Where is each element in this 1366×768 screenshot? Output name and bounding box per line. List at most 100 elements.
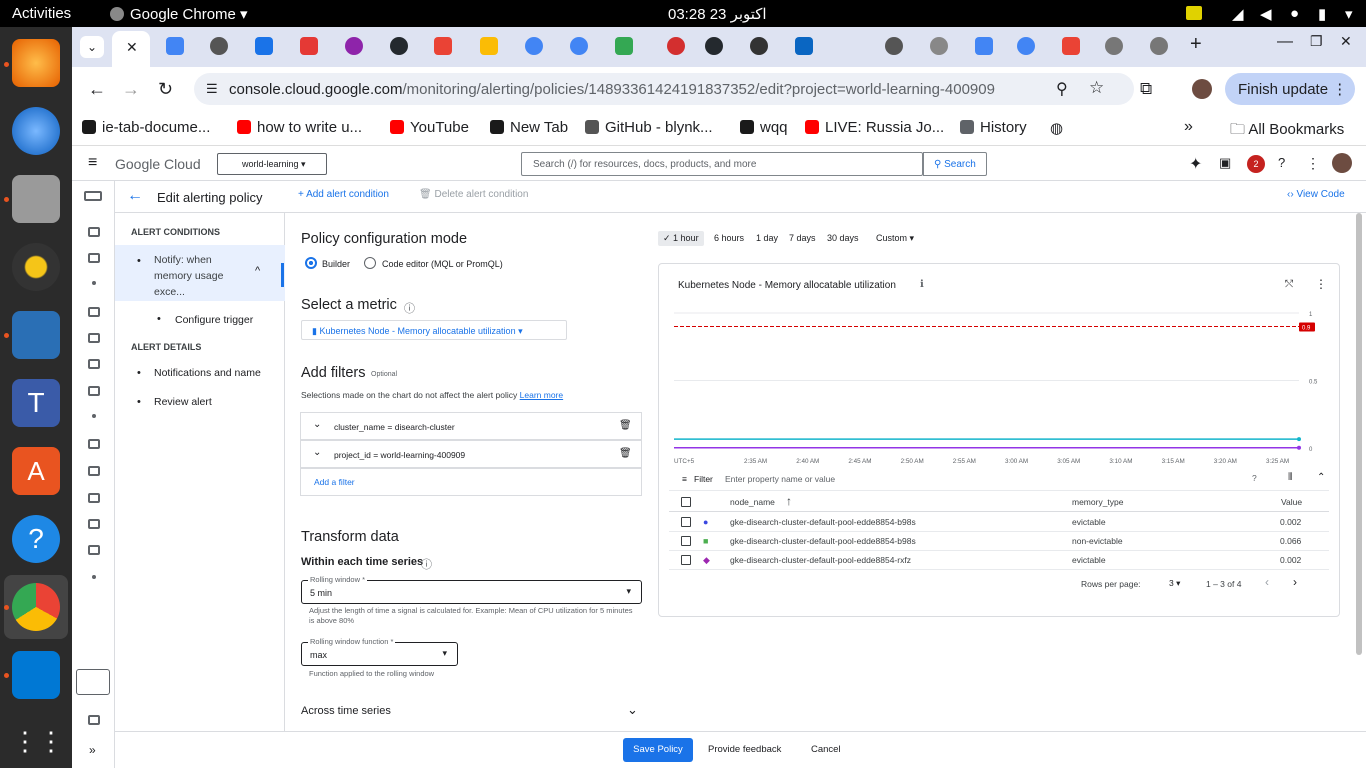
chevron-down-icon[interactable]: ⌄ xyxy=(313,419,321,430)
profile-avatar[interactable] xyxy=(1192,79,1212,99)
address-bar[interactable]: ☰ console.cloud.google.com/monitoring/al… xyxy=(194,73,1134,105)
collapse-icon[interactable]: ⌃ xyxy=(1317,472,1325,483)
tab-favicon[interactable] xyxy=(255,37,273,55)
back-arrow-icon[interactable]: ← xyxy=(127,187,143,205)
tab-favicon[interactable] xyxy=(300,37,318,55)
cancel-button[interactable]: Cancel xyxy=(811,744,841,755)
bell-icon[interactable] xyxy=(88,439,100,449)
nav-icon[interactable] xyxy=(88,493,100,503)
code-editor-radio[interactable] xyxy=(364,257,376,269)
view-code-button[interactable]: ‹› View Code xyxy=(1287,189,1345,200)
bookmark-item[interactable]: LIVE: Russia Jo... xyxy=(805,119,944,136)
time-option[interactable]: Custom ▾ xyxy=(876,231,914,246)
thunderbird-icon[interactable] xyxy=(12,107,60,155)
power-menu-icon[interactable]: ▾ xyxy=(1345,5,1353,23)
activities-button[interactable]: Activities xyxy=(12,5,71,22)
time-option[interactable]: 1 day xyxy=(756,231,778,245)
chevron-up-icon[interactable]: ^ xyxy=(255,265,260,277)
files-icon[interactable] xyxy=(12,175,60,223)
learn-more-link[interactable]: Learn more xyxy=(520,390,563,400)
tab-favicon[interactable] xyxy=(1150,37,1168,55)
filter-input[interactable]: Enter property name or value xyxy=(725,474,835,484)
github-icon[interactable] xyxy=(705,37,723,55)
extensions-icon[interactable]: ⧉ xyxy=(1140,79,1152,99)
finish-update-button[interactable]: Finish update ⋮ xyxy=(1225,73,1355,105)
nav-icon[interactable] xyxy=(88,545,100,555)
configure-trigger-item[interactable]: Configure trigger xyxy=(175,314,253,326)
pinned-nav-icon[interactable] xyxy=(76,669,110,695)
nav-icon[interactable] xyxy=(88,386,100,396)
review-alert-item[interactable]: Review alert xyxy=(154,396,212,408)
google-cloud-logo[interactable]: Google Cloud xyxy=(115,156,201,172)
tab-active[interactable]: ✕ xyxy=(112,31,150,67)
chrome-dock-icon[interactable] xyxy=(12,583,60,631)
tab-favicon[interactable] xyxy=(1105,37,1123,55)
notifications-badge[interactable]: 2 xyxy=(1247,155,1265,173)
all-bookmarks[interactable]: 🗀 All Bookmarks xyxy=(1230,119,1344,144)
add-filter-link[interactable]: Add a filter xyxy=(314,477,355,487)
info-icon[interactable] xyxy=(750,37,768,55)
nav-icon[interactable] xyxy=(92,575,96,579)
forward-icon[interactable]: → xyxy=(122,79,140,100)
table-row[interactable]: ● gke-disearch-cluster-default-pool-edde8… xyxy=(669,513,1329,532)
bookmark-item[interactable]: YouTube xyxy=(390,119,469,136)
close-tab-icon[interactable]: ✕ xyxy=(126,39,138,56)
time-option[interactable]: 7 days xyxy=(789,231,816,245)
firefox-icon[interactable] xyxy=(12,39,60,87)
bookmark-item[interactable]: History xyxy=(960,119,1027,136)
node-name-header[interactable]: node_name xyxy=(730,497,775,507)
nav-icon[interactable] xyxy=(92,281,96,285)
help-icon[interactable]: ? xyxy=(1278,155,1285,170)
rhythmbox-icon[interactable] xyxy=(12,243,60,291)
nav-icon[interactable] xyxy=(88,466,100,476)
cloud-shell-icon[interactable]: ▣ xyxy=(1219,155,1231,171)
time-option[interactable]: 6 hours xyxy=(714,231,744,245)
metric-selector[interactable]: ▮ Kubernetes Node - Memory allocatable u… xyxy=(301,320,567,340)
volume-icon[interactable]: ◀ xyxy=(1260,5,1272,23)
delete-alert-condition-button[interactable]: 🗑 Delete alert condition xyxy=(419,189,528,200)
prev-page-icon[interactable]: ‹ xyxy=(1265,575,1269,589)
notifications-name-item[interactable]: Notifications and name xyxy=(154,367,261,379)
builder-radio[interactable] xyxy=(305,257,317,269)
row-checkbox[interactable] xyxy=(681,555,691,565)
notes-icon[interactable] xyxy=(1186,6,1202,20)
rolling-window-function-select[interactable]: Rolling window function * max ▾ xyxy=(301,637,458,666)
chart-explore-icon[interactable]: ⤲ xyxy=(1285,279,1293,290)
more-options-icon[interactable]: ⋮ xyxy=(1306,155,1320,172)
account-avatar[interactable] xyxy=(1332,153,1352,173)
clock[interactable]: 03:28 23 اكتوبر xyxy=(668,5,767,23)
globe-icon[interactable]: ◍ xyxy=(1050,119,1063,137)
close-window-icon[interactable]: ✕ xyxy=(1340,33,1352,50)
nav-icon[interactable] xyxy=(88,359,100,369)
tab-favicon[interactable] xyxy=(930,37,948,55)
nav-icon[interactable] xyxy=(92,414,96,418)
save-policy-button[interactable]: Save Policy xyxy=(623,738,693,762)
chrome-app-menu[interactable]: Google Chrome ▾ xyxy=(110,5,248,23)
nav-icon[interactable] xyxy=(88,253,100,263)
github-icon[interactable] xyxy=(390,37,408,55)
help-icon[interactable]: ? xyxy=(1252,473,1257,483)
vscode-icon[interactable] xyxy=(12,651,60,699)
bookmark-item[interactable]: ie-tab-docume... xyxy=(82,119,210,136)
tab-favicon[interactable] xyxy=(667,37,685,55)
google-icon[interactable] xyxy=(525,37,543,55)
nav-icon[interactable] xyxy=(88,307,100,317)
zoom-icon[interactable]: ⚲ xyxy=(1056,79,1068,99)
add-alert-condition-button[interactable]: + Add alert condition xyxy=(298,189,389,200)
more-bookmarks-icon[interactable]: » xyxy=(1184,118,1193,136)
gemini-icon[interactable]: ✦ xyxy=(1189,154,1202,174)
monitoring-icon[interactable] xyxy=(84,191,102,201)
columns-icon[interactable]: ⦀ xyxy=(1288,472,1292,483)
site-info-icon[interactable]: ☰ xyxy=(206,81,218,97)
tab-favicon[interactable] xyxy=(615,37,633,55)
gmail-icon[interactable] xyxy=(434,37,452,55)
table-row[interactable]: ■ gke-disearch-cluster-default-pool-edde8… xyxy=(669,532,1329,551)
app-center-icon[interactable]: A xyxy=(12,447,60,495)
teams-icon[interactable]: T xyxy=(12,379,60,427)
gear-icon[interactable] xyxy=(885,37,903,55)
google-icon[interactable] xyxy=(1017,37,1035,55)
nav-icon[interactable] xyxy=(88,715,100,725)
across-series-label[interactable]: Across time series xyxy=(301,705,391,717)
google-icon[interactable] xyxy=(570,37,588,55)
select-all-checkbox[interactable] xyxy=(681,497,691,507)
